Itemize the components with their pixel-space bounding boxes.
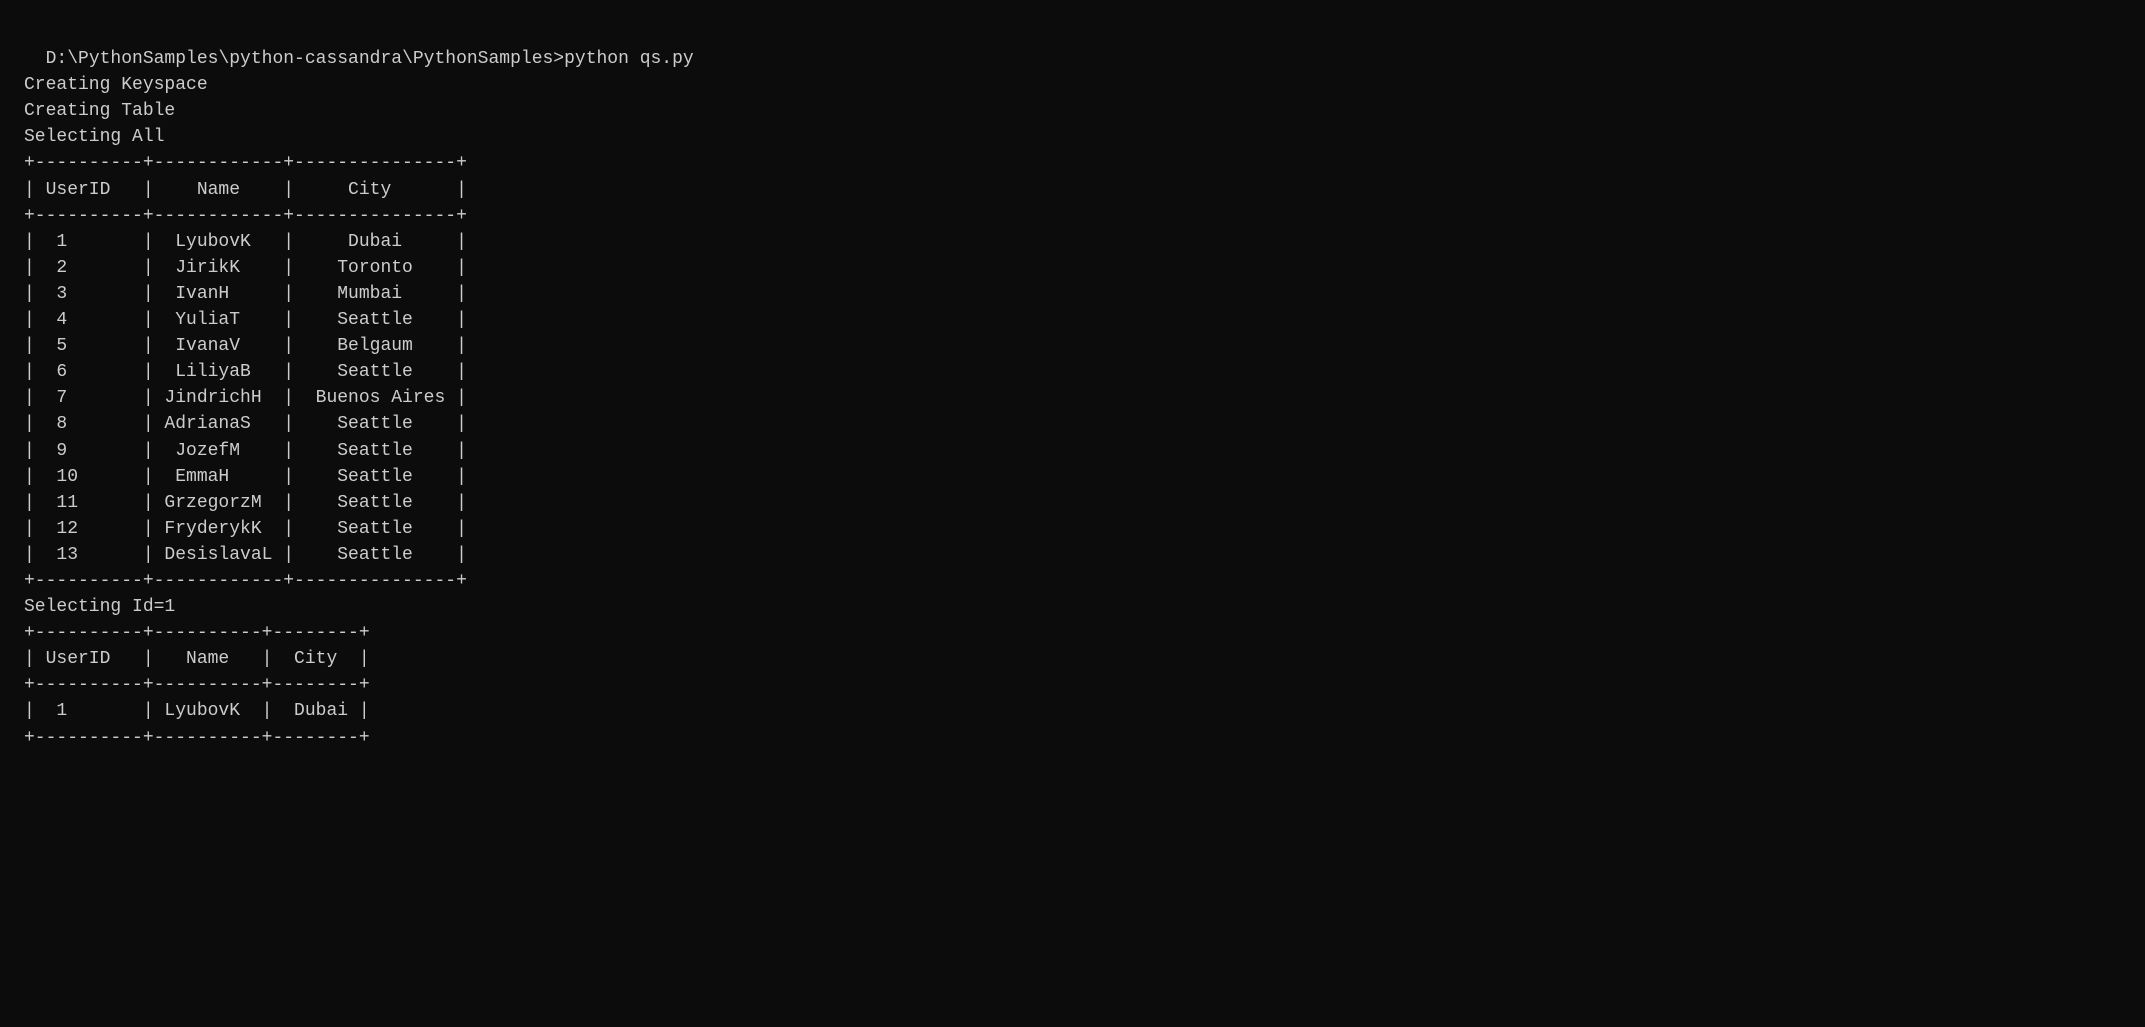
terminal-line: +----------+----------+--------+	[24, 725, 2121, 751]
terminal-line: +----------+------------+---------------…	[24, 150, 2121, 176]
terminal-line: | 8 | AdrianaS | Seattle |	[24, 411, 2121, 437]
terminal-line: | 6 | LiliyaB | Seattle |	[24, 359, 2121, 385]
terminal-line: | 4 | YuliaT | Seattle |	[24, 307, 2121, 333]
terminal-line: Selecting All	[24, 124, 2121, 150]
terminal-line: +----------+----------+--------+	[24, 620, 2121, 646]
terminal-line: | 3 | IvanH | Mumbai |	[24, 281, 2121, 307]
terminal-line: | UserID | Name | City |	[24, 177, 2121, 203]
terminal-window: D:\PythonSamples\python-cassandra\Python…	[24, 20, 2121, 72]
terminal-line: | 1 | LyubovK | Dubai |	[24, 229, 2121, 255]
terminal-line: | 12 | FryderykK | Seattle |	[24, 516, 2121, 542]
terminal-line: +----------+----------+--------+	[24, 672, 2121, 698]
terminal-line: +----------+------------+---------------…	[24, 568, 2121, 594]
terminal-line: Creating Keyspace	[24, 72, 2121, 98]
terminal-line: Creating Table	[24, 98, 2121, 124]
terminal-line: | 10 | EmmaH | Seattle |	[24, 464, 2121, 490]
terminal-line: | 7 | JindrichH | Buenos Aires |	[24, 385, 2121, 411]
terminal-line: | 5 | IvanaV | Belgaum |	[24, 333, 2121, 359]
terminal-line: | 13 | DesislavaL | Seattle |	[24, 542, 2121, 568]
terminal-line: +----------+------------+---------------…	[24, 203, 2121, 229]
terminal-output: Creating KeyspaceCreating TableSelecting…	[24, 72, 2121, 750]
terminal-line: | 9 | JozefM | Seattle |	[24, 438, 2121, 464]
terminal-line: | 2 | JirikK | Toronto |	[24, 255, 2121, 281]
command-line: D:\PythonSamples\python-cassandra\Python…	[46, 49, 694, 69]
terminal-line: | UserID | Name | City |	[24, 646, 2121, 672]
terminal-line: | 11 | GrzegorzM | Seattle |	[24, 490, 2121, 516]
terminal-line: Selecting Id=1	[24, 594, 2121, 620]
terminal-line: | 1 | LyubovK | Dubai |	[24, 698, 2121, 724]
